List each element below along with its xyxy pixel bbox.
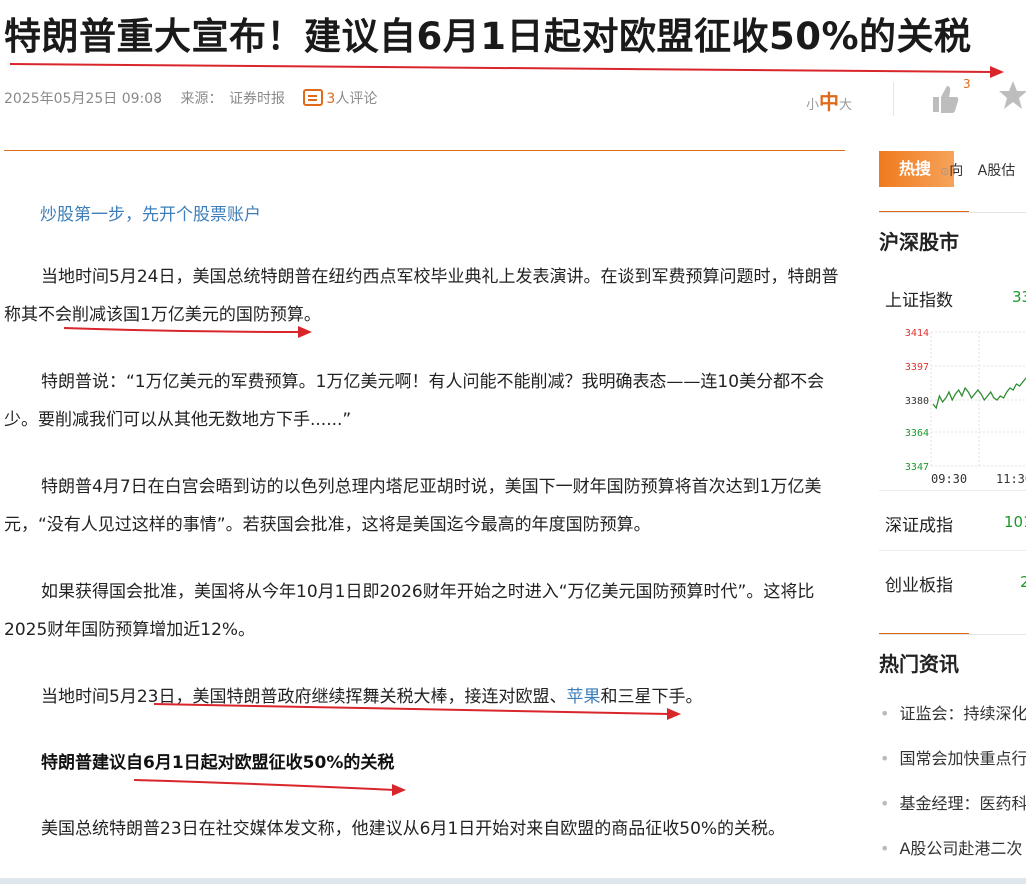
comments-suffix: 人评论: [335, 91, 378, 107]
ticker-item-2[interactable]: A股估: [978, 163, 1016, 179]
news-item-text[interactable]: 基金经理：医药科: [899, 794, 1026, 813]
news-item[interactable]: • A股公司赴港二次: [880, 835, 1022, 859]
article-title: 特朗普重大宣布！建议自6月1日起对欧盟征收50%的关税: [4, 15, 972, 58]
article-meta: 2025年05月25日 09:08 来源： 证券时报 3人评论: [4, 88, 391, 108]
hot-search-ticker[interactable]: ⊙向 A股估: [940, 160, 1015, 180]
window-bottom-edge: [0, 878, 1026, 884]
index-value-shenzhen: 101: [1004, 513, 1026, 531]
news-item-text[interactable]: 国常会加快重点行: [899, 749, 1026, 768]
index-value-chinext: 2: [1020, 573, 1026, 591]
news-item[interactable]: • 证监会：持续深化: [880, 700, 1026, 724]
chart-series-line: [932, 377, 1026, 410]
chart-y-tick-label: 3347: [905, 462, 929, 473]
shanghai-index-chart[interactable]: 3414 3397 3380 3364 3347 09:30 11:30: [879, 318, 1026, 490]
font-large-button[interactable]: 大: [839, 98, 852, 113]
ticker-item-1[interactable]: 向: [949, 163, 963, 179]
font-size-switcher: 小中大: [806, 86, 852, 115]
paragraph-5-tail: 和三星下手。: [600, 687, 703, 707]
comments-link[interactable]: 3人评论: [303, 89, 378, 107]
news-item-text[interactable]: 证监会：持续深化: [899, 704, 1026, 723]
paragraph-2: 特朗普说：“1万亿美元的军费预算。1万亿美元啊！有人问能不能削减？我明确表态——…: [4, 372, 825, 430]
paragraph-7: 美国总统特朗普23日在社交媒体发文称，他建议从6月1日开始对来自欧盟的商品征收5…: [41, 819, 786, 839]
font-small-button[interactable]: 小: [806, 98, 819, 113]
toolbar-divider: [893, 82, 894, 116]
index-value-shanghai: 33: [1012, 288, 1026, 306]
bullet-icon: •: [880, 749, 890, 768]
comment-icon: [303, 89, 324, 106]
chart-x-tick-label: 09:30: [931, 472, 967, 486]
chart-y-tick-label: 3397: [905, 362, 929, 373]
chart-x-tick-label: 11:30: [996, 472, 1026, 486]
market-section-title: 沪深股市: [879, 230, 959, 254]
open-account-link[interactable]: 炒股第一步，先开个股票账户: [40, 200, 261, 225]
chart-y-tick-label: 3414: [905, 328, 929, 339]
index-name-shanghai[interactable]: 上证指数: [885, 286, 953, 311]
paragraph-5: 当地时间5月23日，美国特朗普政府继续挥舞关税大棒，接连对欧盟、苹果和三星下手。: [4, 678, 844, 716]
subheading: 特朗普建议自6月1日起对欧盟征收50%的关税: [41, 753, 395, 773]
bullet-icon: •: [880, 794, 890, 813]
star-icon[interactable]: [998, 80, 1026, 110]
index-name-shenzhen[interactable]: 深证成指: [885, 511, 953, 536]
publish-date: 2025年05月25日 09:08: [4, 91, 163, 107]
index-name-chinext[interactable]: 创业板指: [885, 571, 953, 596]
chart-x-ticks: 09:30 11:30: [931, 472, 1026, 486]
paragraph-3: 特朗普4月7日在白宫会晤到访的以色列总理内塔尼亚胡时说，美国下一财年国防预算将首…: [4, 477, 822, 535]
source-name[interactable]: 证券时报: [229, 91, 285, 107]
font-mid-button[interactable]: 中: [819, 90, 839, 114]
paragraph-1: 当地时间5月24日，美国总统特朗普在纽约西点军校毕业典礼上发表演讲。在谈到军费预…: [4, 267, 839, 325]
index-rule: [879, 550, 1026, 551]
source-label: 来源：: [180, 91, 223, 107]
news-item[interactable]: • 国常会加快重点行: [880, 745, 1026, 769]
ticker-dot-icon: ⊙: [940, 165, 950, 178]
comments-count: 3: [326, 91, 336, 107]
paragraph-5-text: 当地时间5月23日，美国特朗普政府继续挥舞关税大棒，接连对欧盟、: [41, 687, 567, 707]
paragraph-4: 如果获得国会批准，美国将从今年10月1日即2026财年开始之时进入“万亿美元国防…: [4, 582, 815, 640]
news-section-title: 热门资讯: [879, 652, 959, 676]
like-count: 3: [963, 77, 971, 91]
bullet-icon: •: [880, 839, 890, 858]
news-item-text[interactable]: A股公司赴港二次: [899, 839, 1022, 858]
bullet-icon: •: [880, 704, 890, 723]
thumbs-up-icon[interactable]: [930, 84, 960, 114]
index-rule: [879, 490, 1026, 491]
apple-link[interactable]: 苹果: [566, 687, 600, 707]
chart-y-tick-label: 3364: [905, 428, 929, 439]
chart-y-tick-label: 3380: [905, 396, 929, 407]
market-section-rule: [879, 212, 1026, 213]
news-item[interactable]: • 基金经理：医药科: [880, 790, 1026, 814]
header-rule: [4, 150, 845, 151]
news-section-rule: [879, 634, 1026, 635]
chart-y-ticks: 3414 3397 3380 3364 3347: [905, 328, 929, 473]
